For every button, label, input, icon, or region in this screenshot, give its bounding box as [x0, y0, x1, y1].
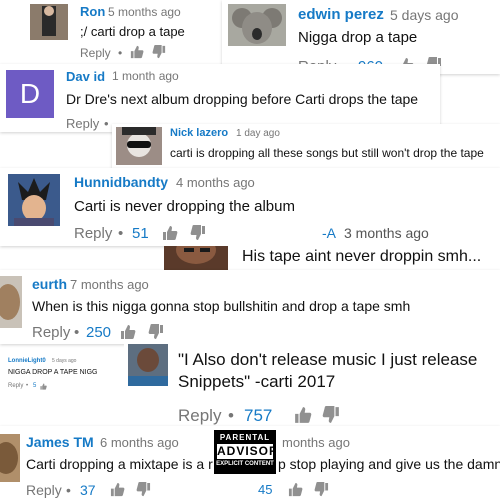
thumbs-up-icon[interactable] [294, 406, 312, 424]
avatar[interactable]: D [6, 70, 54, 118]
comment-author[interactable]: James TM [26, 434, 94, 450]
comment-author[interactable]: Dav id [66, 69, 105, 84]
comment-time: 1 month ago [112, 69, 179, 83]
separator-dot: • [104, 116, 109, 131]
comment-text: Carti is never dropping the album [74, 198, 295, 215]
sticker-line3: EXPLICIT CONTENT [216, 461, 274, 467]
comment-text-left: Carti dropping a mixtape is a r [26, 456, 213, 472]
comment-text-right: p stop playing and give us the damn tap [278, 456, 500, 472]
avatar[interactable] [128, 344, 168, 386]
thumbs-up-icon[interactable] [110, 482, 125, 497]
thumbs-down-icon[interactable] [314, 482, 329, 497]
thumbs-up-icon[interactable] [40, 383, 47, 390]
avatar[interactable] [30, 4, 68, 40]
reply-button[interactable]: Reply [66, 116, 99, 131]
comment-author[interactable]: eurth [32, 276, 67, 292]
thumbs-down-icon[interactable] [322, 406, 340, 424]
comment-text: carti is dropping all these songs but st… [170, 146, 484, 160]
thumbs-down-icon[interactable] [148, 324, 164, 340]
thumbs-up-icon[interactable] [120, 324, 136, 340]
separator-dot: • [26, 383, 29, 389]
comment-time: 3 months ago [344, 225, 429, 241]
avatar[interactable] [0, 276, 22, 328]
comment-david: D Dav id 1 month ago Dr Dre's next album… [0, 64, 440, 132]
comment-time: 5 days ago [390, 7, 459, 23]
thumbs-down-icon[interactable] [190, 225, 206, 241]
avatar[interactable] [0, 434, 20, 482]
like-count: 37 [80, 482, 96, 498]
separator-dot: • [118, 225, 124, 242]
comment-ron: Ron 5 months ago ;/ carti drop a tape Re… [0, 0, 220, 66]
comment-time: 7 months ago [70, 277, 149, 292]
comment-author[interactable]: edwin perez [298, 6, 384, 23]
thumbs-up-icon[interactable] [162, 225, 178, 241]
avatar-letter: D [19, 78, 41, 109]
separator-dot: • [66, 482, 71, 498]
thumbs-down-icon[interactable] [152, 45, 166, 59]
reply-button[interactable]: Reply [8, 383, 23, 389]
parental-advisory-sticker: PARENTAL ADVISORY EXPLICIT CONTENT [214, 430, 276, 474]
sticker-line1: PARENTAL [219, 433, 271, 442]
comment-eurth: eurth 7 months ago When is this nigga go… [0, 270, 500, 344]
like-count: 757 [244, 406, 273, 425]
thumbs-down-icon[interactable] [136, 482, 151, 497]
comment-text: NIGGA DROP A TAPE NIGG [8, 369, 98, 376]
comment-time-right: months ago [282, 435, 350, 450]
comment-text-line1: "I Also don't release music I just relea… [178, 350, 478, 369]
comment-text: When is this nigga gonna stop bullshitin… [32, 298, 411, 314]
comment-time: 1 day ago [236, 128, 280, 139]
like-count-right: 45 [258, 482, 273, 497]
sticker-line2: ADVISORY [217, 444, 276, 459]
comment-text: Nigga drop a tape [298, 29, 418, 46]
comment-a: His tape aint never droppin smh... [164, 246, 500, 270]
avatar[interactable] [228, 4, 286, 46]
comment-author[interactable]: Hunnidbandty [74, 174, 168, 190]
comment-text: ;/ carti drop a tape [80, 24, 185, 39]
comment-time: 5 months ago [108, 5, 181, 19]
avatar[interactable] [8, 174, 60, 226]
like-count: 250 [86, 324, 112, 341]
reply-button[interactable]: Reply [178, 406, 221, 426]
comment-time: 4 months ago [176, 175, 255, 190]
comment-author[interactable]: Nick lazero [170, 127, 228, 139]
comment-quote: "I Also don't release music I just relea… [124, 344, 500, 430]
avatar[interactable] [116, 127, 162, 165]
separator-dot: • [74, 324, 80, 341]
comment-author[interactable]: LonnieLight0 [8, 358, 46, 364]
reply-button[interactable]: Reply [80, 46, 111, 60]
comment-time: 5 days ago [52, 358, 77, 364]
separator-dot: • [118, 46, 123, 60]
separator-dot: • [228, 406, 234, 425]
comment-nick: Nick lazero 1 day ago carti is dropping … [112, 124, 500, 168]
comment-time: 6 months ago [100, 435, 179, 450]
thumbs-up-icon[interactable] [288, 482, 303, 497]
comment-edwin: edwin perez 5 days ago Nigga drop a tape… [222, 0, 500, 74]
comment-lonnie: LonnieLight0 5 days ago NIGGA DROP A TAP… [0, 354, 120, 396]
comment-text-line2: Snippets" -carti 2017 [178, 372, 336, 391]
comment-author[interactable]: -A [322, 225, 336, 241]
avatar[interactable] [164, 246, 228, 270]
like-count: 51 [132, 225, 149, 242]
reply-button[interactable]: Reply [74, 225, 112, 242]
comment-text: His tape aint never droppin smh... [242, 248, 482, 265]
comment-text: Dr Dre's next album dropping before Cart… [66, 91, 419, 107]
reply-button[interactable]: Reply [32, 324, 70, 341]
comment-author[interactable]: Ron [80, 4, 105, 19]
thumbs-up-icon[interactable] [130, 45, 144, 59]
reply-button[interactable]: Reply [26, 482, 62, 498]
comment-hunnid: Hunnidbandty 4 months ago Carti is never… [0, 168, 500, 246]
like-count: 5 [33, 383, 37, 389]
